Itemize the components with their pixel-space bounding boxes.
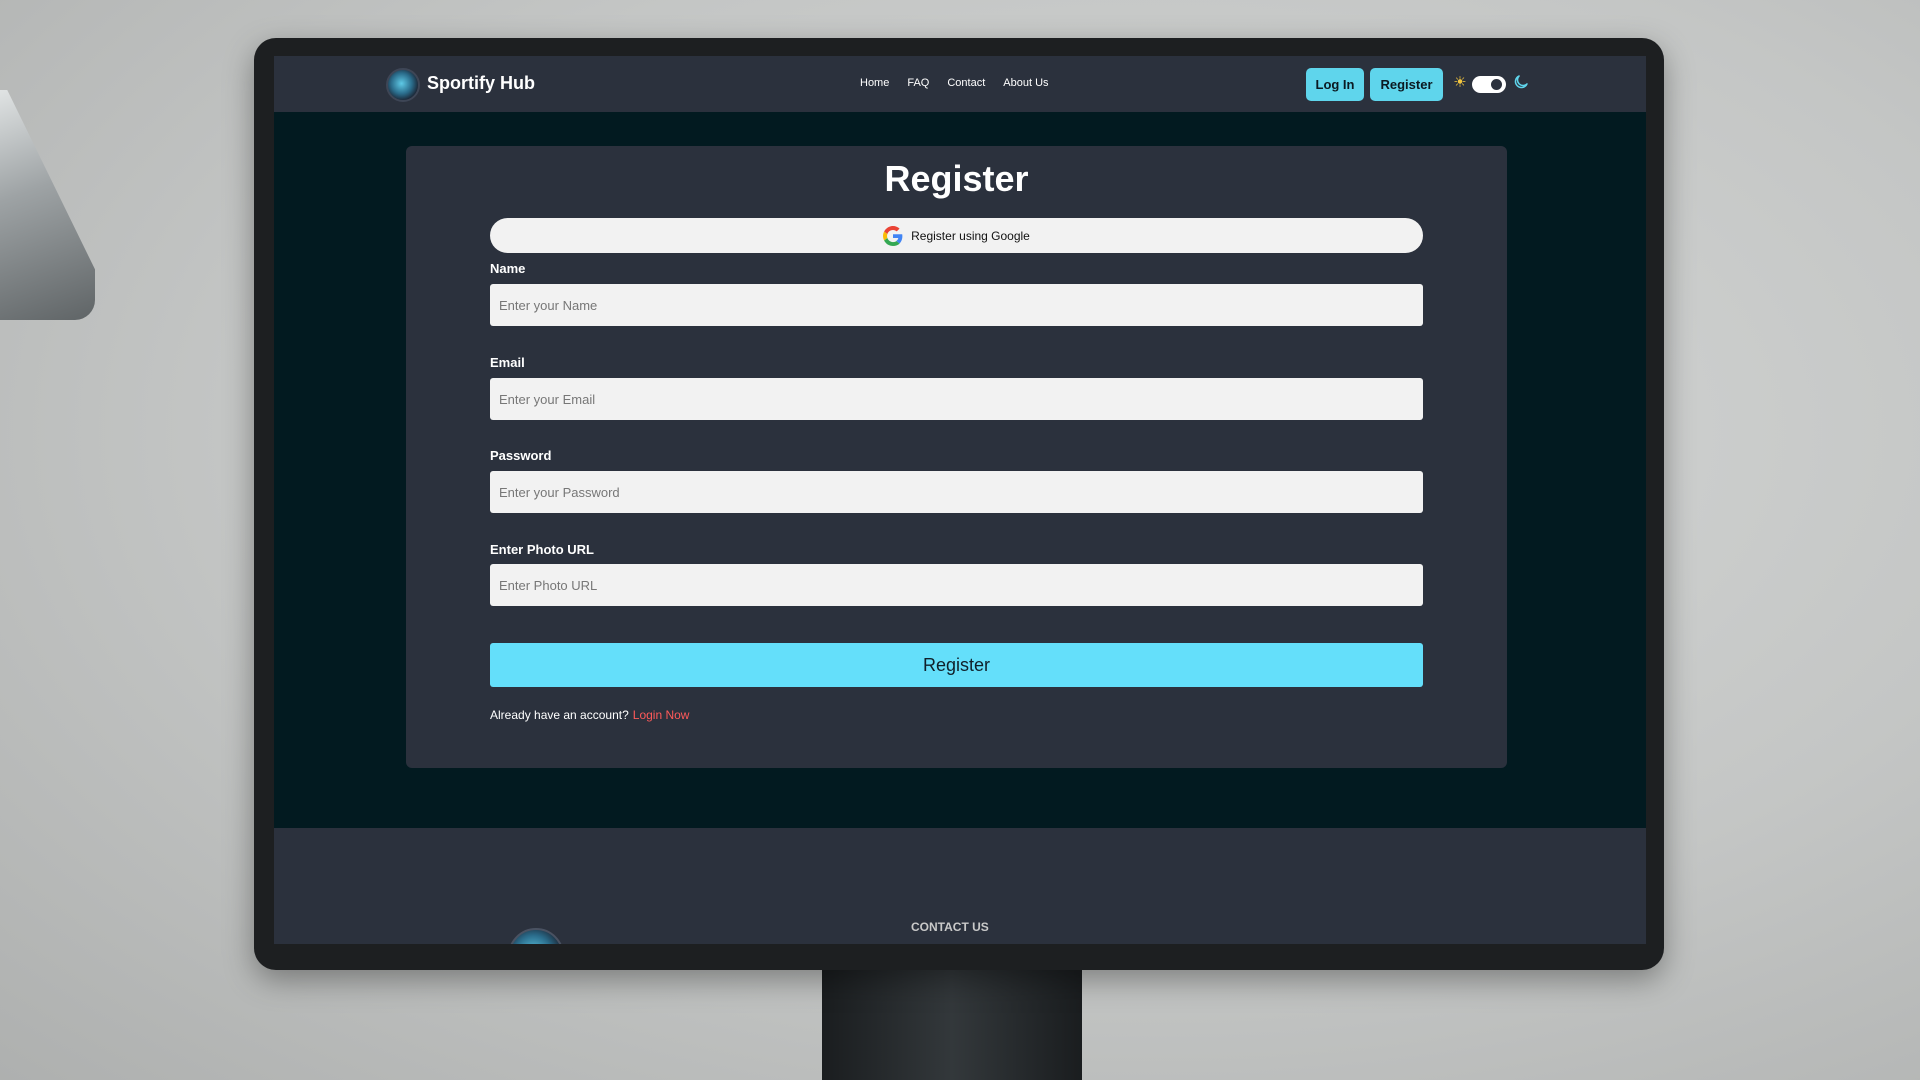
navbar: Sportify Hub Home FAQ Contact About Us L… <box>274 56 1646 112</box>
register-submit-button[interactable]: Register <box>490 643 1423 687</box>
google-icon <box>883 225 903 246</box>
login-button[interactable]: Log In <box>1306 68 1364 101</box>
nav-link-home[interactable]: Home <box>860 77 889 89</box>
password-input[interactable] <box>490 471 1423 513</box>
register-card: Register Register using Google Name Emai… <box>406 146 1507 768</box>
footer-contact-heading: CONTACT US <box>911 920 989 934</box>
logo-icon[interactable] <box>386 68 420 102</box>
login-now-link[interactable]: Login Now <box>633 708 690 722</box>
toggle-knob <box>1490 78 1503 91</box>
sun-icon[interactable]: ☀ <box>1451 74 1469 92</box>
email-input[interactable] <box>490 378 1423 420</box>
page-title: Register <box>884 158 1029 199</box>
brand-name[interactable]: Sportify Hub <box>427 73 535 94</box>
photo-url-input[interactable] <box>490 564 1423 606</box>
footer-logo-icon <box>508 928 564 944</box>
nav-link-contact[interactable]: Contact <box>947 77 985 89</box>
already-text: Already have an account? <box>490 708 629 722</box>
nav-link-faq[interactable]: FAQ <box>907 77 929 89</box>
photo-url-label: Enter Photo URL <box>490 542 594 557</box>
moon-icon[interactable] <box>1512 73 1530 91</box>
register-nav-button[interactable]: Register <box>1370 68 1443 101</box>
screen: Sportify Hub Home FAQ Contact About Us L… <box>274 56 1646 944</box>
google-button-label: Register using Google <box>911 228 1030 243</box>
name-label: Name <box>490 261 526 276</box>
footer: CONTACT US <box>274 828 1646 944</box>
theme-toggle[interactable] <box>1472 76 1506 93</box>
name-input[interactable] <box>490 284 1423 326</box>
desk-lamp <box>0 90 95 320</box>
monitor-stand <box>822 960 1082 1080</box>
password-label: Password <box>490 448 552 463</box>
email-label: Email <box>490 355 525 370</box>
google-register-button[interactable]: Register using Google <box>490 218 1423 253</box>
nav-links: Home FAQ Contact About Us <box>860 77 1049 89</box>
nav-link-about[interactable]: About Us <box>1003 77 1048 89</box>
login-prompt: Already have an account? Login Now <box>490 708 689 722</box>
